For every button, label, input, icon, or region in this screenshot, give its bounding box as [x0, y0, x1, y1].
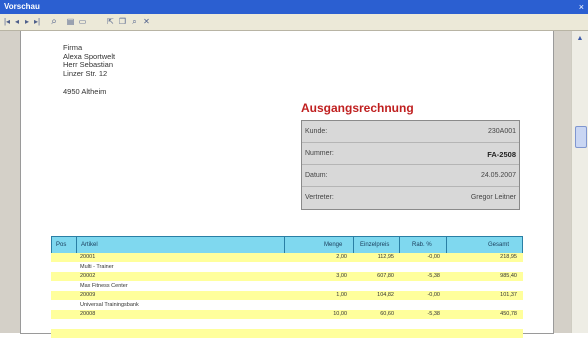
export-icon[interactable]: ⇱ — [106, 16, 115, 27]
cell-quantity: 3,00 — [336, 273, 347, 279]
address-line: Linzer Str. 12 — [63, 68, 108, 78]
info-value: 24.05.2007 — [480, 172, 516, 179]
cell-article: Universal Trainingsbank — [80, 301, 139, 308]
prev-page-icon[interactable]: ◂ — [13, 16, 21, 27]
cell-unit-price: 112,95 — [377, 254, 394, 260]
zoom-icon[interactable]: ⌕ — [49, 16, 59, 27]
cell-article: Max Fitness Center — [80, 282, 128, 289]
info-row-customer: Kunde: 230A001 — [302, 121, 519, 143]
info-row-representative: Vertreter: Gregor Leitner — [302, 187, 519, 208]
info-value: Gregor Leitner — [470, 194, 516, 201]
table-body: 20001 2,00 112,95 -0,00 218,95 Multi - T… — [51, 253, 523, 338]
info-label: Datum: — [305, 172, 328, 179]
cell-total: 985,40 — [500, 273, 517, 279]
column-divider — [446, 237, 447, 253]
info-label: Kunde: — [305, 128, 328, 135]
scroll-up-icon[interactable]: ▲ — [573, 34, 587, 44]
cell-quantity: 2,00 — [336, 254, 347, 260]
info-row-date: Datum: 24.05.2007 — [302, 165, 519, 187]
column-divider — [76, 237, 77, 253]
cell-article: 20009 — [80, 292, 96, 298]
cell-unit-price: 104,82 — [377, 292, 394, 298]
cell-discount: -0,00 — [427, 254, 440, 260]
close-icon[interactable]: × — [579, 0, 584, 14]
cell-discount: -5,38 — [427, 311, 440, 317]
close-preview-icon[interactable]: ✕ — [142, 16, 151, 27]
column-divider — [353, 237, 354, 253]
cell-unit-price: 60,60 — [380, 311, 394, 317]
vertical-scrollbar[interactable]: ▲ — [571, 31, 588, 333]
cell-article: 20008 — [80, 311, 96, 317]
col-total: Gesamt — [488, 242, 510, 248]
document-title: Ausgangsrechnung — [301, 101, 414, 115]
cell-total: 218,95 — [500, 254, 517, 260]
recipient-address: Firma Alexa Sportwelt Herr Sebastian Lin… — [63, 43, 115, 97]
cell-article: 20001 — [80, 254, 96, 260]
col-article: Artikel — [81, 242, 98, 248]
info-value: FA-2508 — [487, 150, 516, 159]
print-icon[interactable]: ▤ — [66, 16, 75, 27]
first-page-icon[interactable]: |◂ — [3, 16, 11, 27]
next-page-icon[interactable]: ▸ — [23, 16, 31, 27]
cell-quantity: 1,00 — [336, 292, 347, 298]
cell-quantity: 10,00 — [333, 311, 347, 317]
scrollbar-thumb[interactable] — [575, 126, 587, 148]
col-unit-price: Einzelpreis — [360, 242, 390, 248]
invoice-page: Firma Alexa Sportwelt Herr Sebastian Lin… — [20, 31, 554, 338]
preview-workspace: Firma Alexa Sportwelt Herr Sebastian Lin… — [0, 31, 572, 338]
info-label: Nummer: — [305, 150, 334, 157]
window-title: Vorschau — [4, 2, 40, 11]
cell-discount: -0,00 — [427, 292, 440, 298]
column-divider — [399, 237, 400, 253]
copy-icon[interactable]: ❐ — [118, 16, 127, 27]
col-pos: Pos — [56, 242, 67, 248]
window-title-bar: Vorschau × — [0, 0, 588, 14]
page-setup-icon[interactable]: ▭ — [78, 16, 87, 27]
last-page-icon[interactable]: ▸| — [33, 16, 41, 27]
address-city: 4950 Altheim — [63, 87, 107, 96]
info-label: Vertreter: — [305, 194, 334, 201]
cell-total: 101,37 — [500, 292, 517, 298]
table-header: Pos Artikel Menge Einzelpreis Rab. % Ges… — [51, 236, 523, 254]
col-quantity: Menge — [324, 242, 343, 248]
find-icon[interactable]: ⌕ — [130, 16, 139, 27]
info-row-number: Nummer: FA-2508 — [302, 143, 519, 165]
cell-discount: -5,38 — [427, 273, 440, 279]
column-divider — [284, 237, 285, 253]
cell-total: 450,78 — [500, 311, 517, 317]
invoice-info-box: Kunde: 230A001 Nummer: FA-2508 Datum: 24… — [301, 120, 520, 210]
cell-unit-price: 607,80 — [377, 273, 394, 279]
info-value: 230A001 — [487, 128, 516, 135]
row-band — [51, 329, 523, 338]
cell-article: Multi - Trainer — [80, 263, 114, 270]
cell-article: 20002 — [80, 273, 96, 279]
col-discount: Rab. % — [412, 242, 432, 248]
preview-toolbar: |◂ ◂ ▸ ▸| ⌕ ▤ ▭ ⇱ ❐ ⌕ ✕ — [0, 14, 588, 31]
